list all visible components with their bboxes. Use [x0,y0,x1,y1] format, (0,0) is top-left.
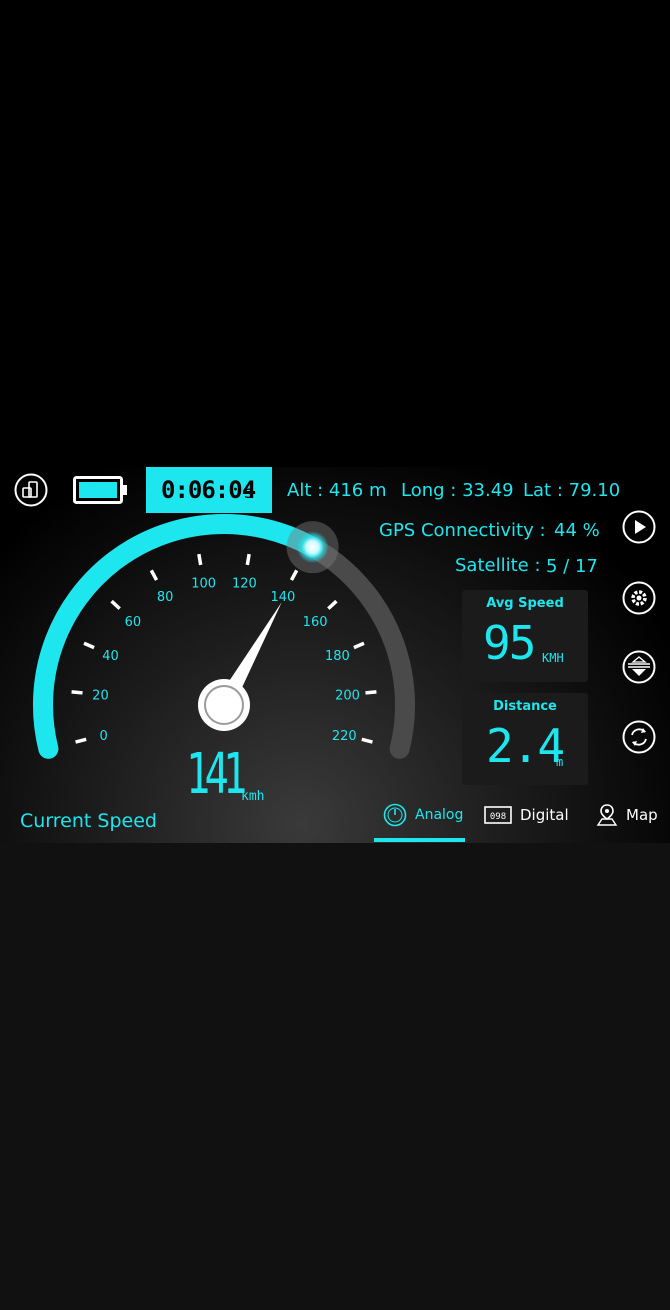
tab-map[interactable]: Map [596,797,658,833]
gauge-tick [83,641,95,650]
gauge-tick-label: 100 [191,577,216,592]
empty-area [0,843,670,1310]
gauge-tick [71,690,83,695]
satellite-value: 5 / 17 [546,556,598,577]
avg-speed-value: 95 [483,616,536,670]
timer-value: 0:06:04 [161,476,256,504]
gauge-tick-label: 180 [325,649,350,664]
speedometer-icon [383,803,407,827]
status-bar-area [0,0,670,467]
tab-digital[interactable]: 098 Digital [484,797,569,833]
distance-value: 2.4 [486,719,565,773]
gauge-tick [327,599,338,610]
map-pin-icon [596,804,618,826]
gauge-tip-glow [296,531,329,564]
altitude-readout: Alt : 416 m [287,480,387,501]
hud-mode-button[interactable] [622,650,656,684]
battery-icon [73,476,127,504]
satellite-label: Satellite : [455,555,541,576]
gauge-tick-label: 140 [270,590,295,605]
gauge-tick-label: 220 [332,729,357,744]
gauge-tick [197,553,203,566]
gauge-tick [353,641,365,650]
current-speed-label: Current Speed [20,810,157,832]
avg-speed-card: Avg Speed 95 KMH [462,590,588,682]
gauge-tick [110,599,121,610]
tab-digital-label: Digital [520,806,569,824]
gauge-tick-label: 120 [232,577,257,592]
tab-analog-label: Analog [415,807,464,823]
gauge-tick [365,690,377,695]
gauge-tick-label: 80 [157,590,174,605]
gauge-tick-label: 20 [92,688,109,703]
distance-label: Distance [493,699,557,714]
avg-speed-label: Avg Speed [486,596,564,611]
gauge-tick [361,737,373,744]
settings-button[interactable] [622,581,656,615]
active-tab-indicator [374,838,465,842]
latitude-readout: Lat : 79.10 [523,480,621,501]
digital-display-icon: 098 [484,806,512,824]
current-speed-readout: 141 [186,742,247,807]
gauge-tick [149,569,159,581]
gauge-tick-label: 160 [303,615,328,630]
svg-text:098: 098 [490,812,506,822]
gauge-tick [75,737,87,744]
longitude-readout: Long : 33.49 [401,480,514,501]
distance-unit: m [556,755,564,769]
gauge-tick-label: 40 [102,649,119,664]
tab-map-label: Map [626,806,658,824]
timer-unit: s [244,483,253,503]
gauge-tick-label: 60 [125,615,142,630]
avg-speed-unit: KMH [542,651,564,665]
current-speed-unit: kmh [241,789,265,804]
gauge-tick-label: 200 [335,688,360,703]
gauge-tick [289,569,299,581]
tab-analog[interactable]: Analog [383,797,463,833]
gps-value: 44 % [554,520,600,541]
speedometer-panel: 0:06:04 s Alt : 416 m Long : 33.49 Lat :… [0,467,670,843]
rotate-screen-icon[interactable] [14,473,48,507]
gauge-tick-label: 0 [100,729,108,744]
gauge-value-arc [33,514,323,759]
gauge-tick [245,553,251,566]
distance-card: Distance 2.4 m [462,693,588,785]
reset-button[interactable] [622,720,656,754]
play-button[interactable] [622,510,656,544]
